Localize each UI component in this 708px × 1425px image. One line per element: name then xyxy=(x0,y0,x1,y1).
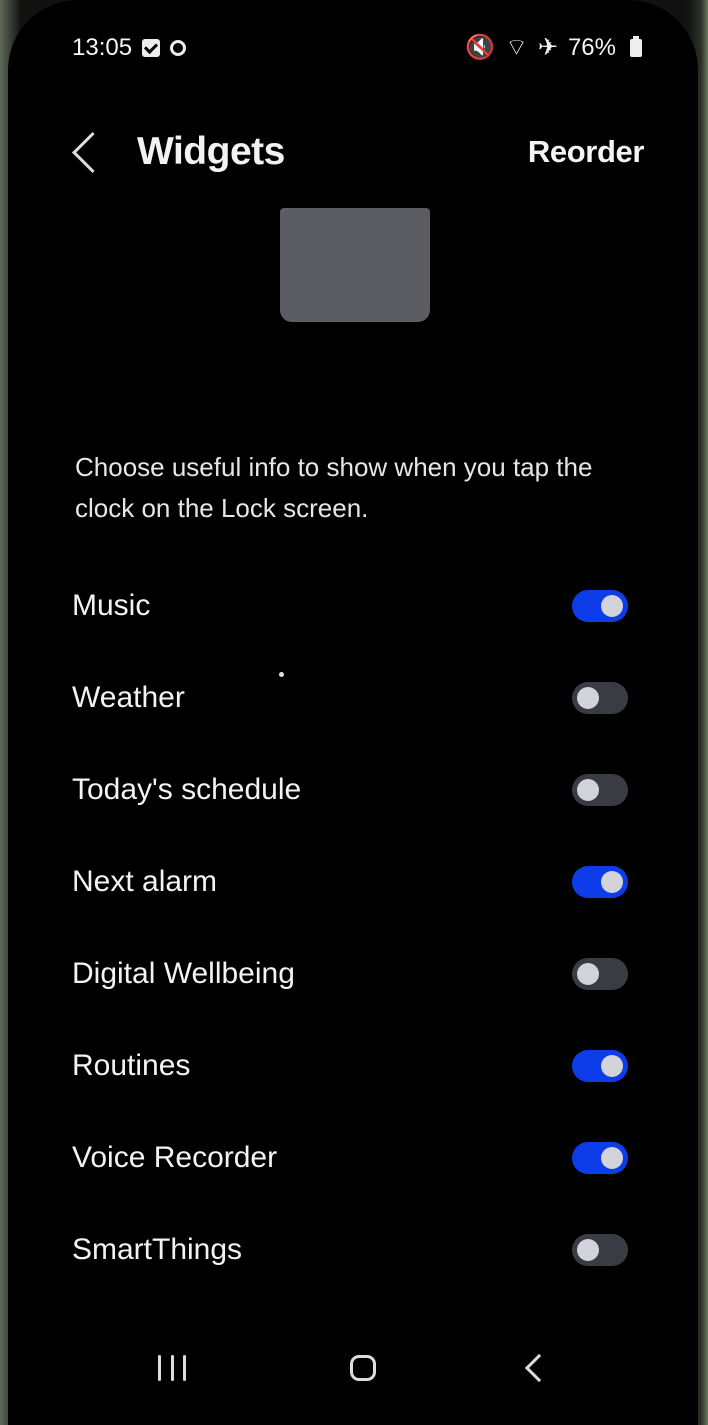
digital-wellbeing-toggle[interactable] xyxy=(572,958,628,990)
setting-label: Routines xyxy=(72,1049,191,1082)
toggle-knob xyxy=(577,687,599,709)
setting-row-todays-schedule[interactable]: Today's schedule xyxy=(72,744,632,836)
airplane-icon: ✈ xyxy=(537,34,558,61)
battery-icon xyxy=(630,36,642,57)
setting-row-weather[interactable]: Weather xyxy=(72,652,632,744)
setting-row-voice-recorder[interactable]: Voice Recorder xyxy=(72,1112,632,1204)
wifi-icon: ⌔ xyxy=(505,34,528,61)
checkbox-icon xyxy=(142,39,161,57)
status-right: 🔇 ⌔ ✈ 76% xyxy=(465,34,642,62)
recents-icon[interactable] xyxy=(158,1355,186,1381)
setting-row-music[interactable]: Music xyxy=(72,560,632,652)
reorder-button[interactable]: Reorder xyxy=(528,134,644,170)
status-left: 13:05 xyxy=(72,34,187,62)
music-toggle[interactable] xyxy=(572,590,628,622)
phone-bezel: 13:05 🔇 ⌔ ✈ 76% Widgets Reorder Choose u… xyxy=(0,0,708,1425)
next-alarm-toggle[interactable] xyxy=(572,866,628,898)
toggle-knob xyxy=(601,1055,623,1077)
setting-label: Music xyxy=(72,589,151,622)
routines-toggle[interactable] xyxy=(572,1050,628,1082)
voice-recorder-toggle[interactable] xyxy=(572,1142,628,1174)
setting-row-smartthings[interactable]: SmartThings xyxy=(72,1204,632,1296)
toggle-knob xyxy=(601,871,623,893)
back-icon[interactable] xyxy=(524,1353,554,1383)
face-icon xyxy=(170,40,187,56)
top-app-bar: Widgets Reorder xyxy=(71,124,644,180)
setting-row-next-alarm[interactable]: Next alarm xyxy=(72,836,632,928)
battery-percentage: 76% xyxy=(567,34,616,61)
toggle-knob xyxy=(577,779,599,801)
widget-description: Choose useful info to show when you tap … xyxy=(75,452,593,523)
setting-label: Next alarm xyxy=(72,865,218,898)
todays-schedule-toggle[interactable] xyxy=(572,774,628,806)
mute-icon: 🔇 xyxy=(465,34,496,61)
setting-label: Today's schedule xyxy=(72,773,302,806)
widget-preview xyxy=(280,208,430,322)
chevron-left-icon[interactable] xyxy=(71,131,114,173)
smartthings-toggle[interactable] xyxy=(572,1234,628,1266)
system-navigation-bar xyxy=(8,1330,698,1406)
setting-label: SmartThings xyxy=(72,1233,243,1266)
lock-screen-widgets-settings: 13:05 🔇 ⌔ ✈ 76% Widgets Reorder Choose u… xyxy=(8,0,698,1425)
title-area: Widgets xyxy=(71,130,285,174)
setting-label: Voice Recorder xyxy=(72,1141,278,1174)
setting-row-digital-wellbeing[interactable]: Digital Wellbeing xyxy=(72,928,632,1020)
toggle-knob xyxy=(577,1239,599,1261)
home-icon[interactable] xyxy=(349,1355,376,1381)
toggle-knob xyxy=(601,595,623,617)
weather-toggle[interactable] xyxy=(572,682,628,714)
page-title: Widgets xyxy=(137,130,285,173)
toggle-knob xyxy=(577,963,599,985)
status-bar: 13:05 🔇 ⌔ ✈ 76% xyxy=(72,28,642,68)
status-time: 13:05 xyxy=(72,34,133,61)
setting-label: Digital Wellbeing xyxy=(72,957,295,990)
setting-label: Weather xyxy=(72,681,185,714)
widget-settings-list: Music Weather Today's schedule Next alar… xyxy=(72,560,632,1296)
toggle-knob xyxy=(601,1147,623,1169)
setting-row-routines[interactable]: Routines xyxy=(72,1020,632,1112)
